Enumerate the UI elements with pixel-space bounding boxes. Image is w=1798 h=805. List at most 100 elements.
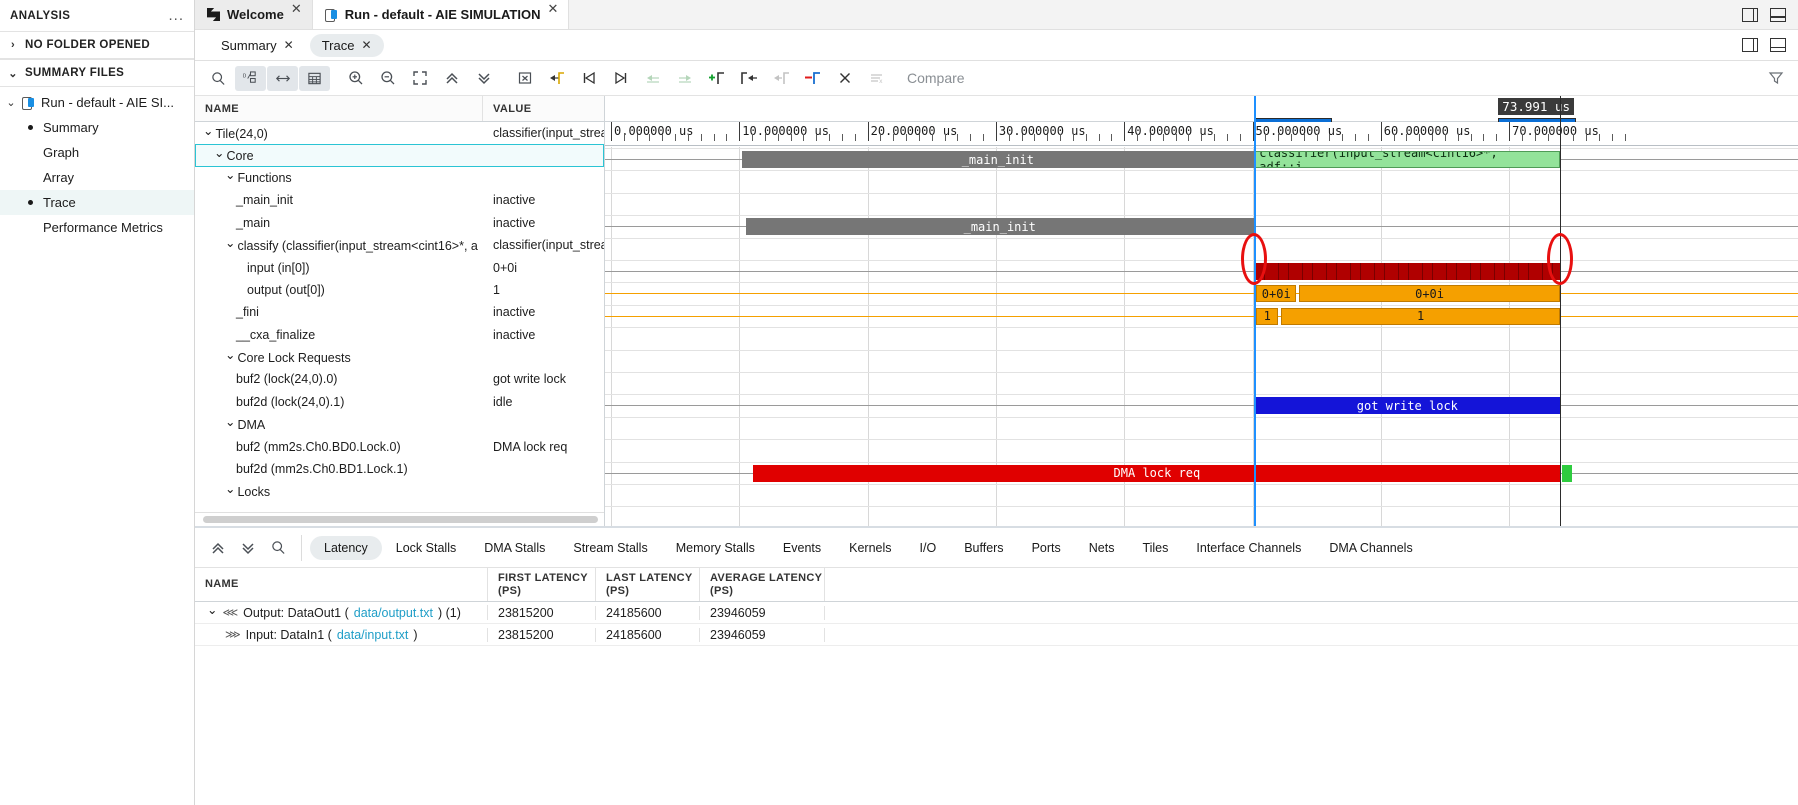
sidebar-section-summary-files[interactable]: ⌄ SUMMARY FILES bbox=[0, 59, 194, 87]
split-editor-right-icon[interactable] bbox=[1742, 7, 1758, 22]
zoom-out-icon[interactable] bbox=[372, 66, 403, 91]
metrics-tab-ports[interactable]: Ports bbox=[1018, 536, 1075, 560]
grid-icon[interactable] bbox=[299, 65, 330, 91]
next-transition-icon[interactable] bbox=[669, 66, 700, 91]
primary-cursor-line[interactable] bbox=[1254, 96, 1257, 526]
go-to-last-icon[interactable] bbox=[605, 66, 636, 91]
tree-row[interactable]: buf2d (lock(24,0).1) idle bbox=[195, 391, 604, 413]
column-header-name[interactable]: NAME bbox=[195, 568, 488, 601]
sidebar-section-no-folder-opened[interactable]: › NO FOLDER OPENED bbox=[0, 31, 194, 59]
metrics-tab-dma-channels[interactable]: DMA Channels bbox=[1315, 536, 1426, 560]
sidebar-item-graph[interactable]: Graph bbox=[0, 140, 194, 165]
close-icon[interactable]: ✕ bbox=[361, 38, 371, 52]
metrics-tab-i-o[interactable]: I/O bbox=[906, 536, 951, 560]
close-marker-icon[interactable] bbox=[829, 66, 860, 91]
metrics-tab-memory-stalls[interactable]: Memory Stalls bbox=[662, 536, 769, 560]
split-view-down-icon[interactable] bbox=[1770, 38, 1786, 52]
chevron-down-icon[interactable]: ⌄ bbox=[225, 417, 235, 429]
metrics-tab-stream-stalls[interactable]: Stream Stalls bbox=[559, 536, 661, 560]
signal-tree-hscrollbar[interactable] bbox=[195, 512, 604, 526]
metrics-tab-kernels[interactable]: Kernels bbox=[835, 536, 905, 560]
filter-icon[interactable] bbox=[1768, 70, 1790, 86]
tree-row[interactable]: _main_init inactive bbox=[195, 189, 604, 211]
metrics-tab-buffers[interactable]: Buffers bbox=[950, 536, 1017, 560]
chevron-down-icon[interactable]: ⌄ bbox=[225, 484, 235, 496]
secondary-cursor-line[interactable] bbox=[1560, 96, 1562, 526]
add-marker-icon[interactable] bbox=[541, 66, 572, 91]
file-link[interactable]: data/output.txt bbox=[354, 606, 433, 620]
file-link[interactable]: data/input.txt bbox=[337, 628, 409, 642]
tree-row[interactable]: ⌄ DMA bbox=[195, 413, 604, 435]
prev-transition-icon[interactable] bbox=[637, 66, 668, 91]
metrics-tab-latency[interactable]: Latency bbox=[310, 535, 382, 560]
table-row[interactable]: ⋙ Input: DataIn1 (data/input.txt) 23815200… bbox=[195, 624, 1798, 646]
list-x-icon[interactable]: x bbox=[861, 66, 892, 91]
editor-tab-run-default[interactable]: Run - default - AIE SIMULATION ✕ bbox=[312, 0, 570, 29]
tree-row[interactable]: ⌄ classify (classifier(input_stream<cint1… bbox=[195, 234, 604, 256]
sidebar-item-performance-metrics[interactable]: Performance Metrics bbox=[0, 215, 194, 240]
chevron-down-icon[interactable]: ⌄ bbox=[225, 170, 235, 182]
close-icon[interactable]: ✕ bbox=[291, 1, 302, 17]
tree-row[interactable]: output (out[0]) 1 bbox=[195, 279, 604, 301]
timeline-bar-value[interactable]: 1 bbox=[1280, 307, 1561, 325]
timeline-bar-transitions[interactable] bbox=[1255, 263, 1561, 280]
close-icon[interactable]: ✕ bbox=[547, 1, 558, 17]
timeline-bar-function[interactable]: _main_init bbox=[741, 151, 1254, 168]
tree-row[interactable]: ⌄ Core bbox=[195, 144, 604, 167]
move-cursor-left-icon[interactable] bbox=[733, 66, 764, 91]
add-cursor-icon[interactable] bbox=[701, 66, 732, 91]
expand-all-icon[interactable] bbox=[468, 66, 499, 91]
timeline-bar-lock[interactable]: got write lock bbox=[1254, 397, 1561, 415]
tree-row[interactable]: buf2 (mm2s.Ch0.BD0.Lock.0) DMA lock req bbox=[195, 435, 604, 457]
split-editor-down-icon[interactable] bbox=[1770, 7, 1786, 22]
expand-all-icon[interactable] bbox=[233, 535, 263, 561]
editor-tab-welcome[interactable]: Welcome ✕ bbox=[195, 0, 313, 29]
metrics-tab-tiles[interactable]: Tiles bbox=[1128, 536, 1182, 560]
tab-summary[interactable]: Summary ✕ bbox=[209, 34, 306, 57]
column-header-last-latency[interactable]: LAST LATENCY (PS) bbox=[596, 568, 700, 601]
timeline-bar-dma[interactable]: DMA lock req bbox=[753, 464, 1561, 482]
timeline-bar-value[interactable]: 0+0i bbox=[1256, 285, 1297, 303]
zoom-in-icon[interactable] bbox=[340, 66, 371, 91]
clear-markers-icon[interactable] bbox=[509, 66, 540, 91]
column-header-average-latency[interactable]: AVERAGE LATENCY (PS) bbox=[700, 568, 825, 601]
tree-row[interactable]: ⌄ Functions bbox=[195, 167, 604, 189]
tree-row[interactable]: buf2 (lock(24,0).0) got write lock bbox=[195, 368, 604, 390]
fit-width-icon[interactable] bbox=[267, 65, 298, 91]
tree-row[interactable]: ⌄ Core Lock Requests bbox=[195, 346, 604, 368]
column-header-name[interactable]: NAME bbox=[195, 96, 483, 121]
zoom-fit-icon[interactable] bbox=[404, 66, 435, 91]
split-view-right-icon[interactable] bbox=[1742, 38, 1758, 52]
timeline-bar-kernel[interactable]: classifier(input_stream<cint16>*, adf::i… bbox=[1254, 151, 1561, 168]
move-cursor-right-icon[interactable] bbox=[765, 66, 796, 91]
timeline-bar-function[interactable]: _main_init bbox=[745, 218, 1254, 236]
collapse-all-icon[interactable] bbox=[436, 66, 467, 91]
timeline-bar-value[interactable]: 1 bbox=[1256, 307, 1279, 325]
go-to-first-icon[interactable] bbox=[573, 66, 604, 91]
compare-button[interactable]: Compare bbox=[907, 70, 965, 86]
chevron-down-icon[interactable]: ⌄ bbox=[214, 148, 224, 160]
column-header-value[interactable]: VALUE bbox=[483, 96, 604, 121]
close-icon[interactable]: ✕ bbox=[284, 38, 294, 52]
sidebar-item-summary[interactable]: Summary bbox=[0, 115, 194, 140]
tree-row[interactable]: _fini inactive bbox=[195, 301, 604, 323]
remove-cursor-icon[interactable] bbox=[797, 66, 828, 91]
tree-row[interactable]: ⌄ Tile(24,0) classifier(input_strea bbox=[195, 122, 604, 144]
tree-row[interactable]: ⌄ Locks bbox=[195, 480, 604, 502]
metrics-tab-lock-stalls[interactable]: Lock Stalls bbox=[382, 536, 470, 560]
sidebar-overflow-menu-icon[interactable]: ... bbox=[168, 8, 184, 23]
column-header-first-latency[interactable]: FIRST LATENCY (PS) bbox=[488, 568, 596, 601]
hierarchy-icon[interactable]: D bbox=[235, 65, 266, 91]
chevron-down-icon[interactable]: ⌄ bbox=[207, 605, 217, 617]
chevron-down-icon[interactable]: ⌄ bbox=[225, 350, 235, 362]
sidebar-item-run-default[interactable]: ⌄ Run - default - AIE SI... bbox=[0, 90, 194, 115]
metrics-tab-nets[interactable]: Nets bbox=[1075, 536, 1129, 560]
search-icon[interactable] bbox=[263, 535, 293, 561]
table-row[interactable]: ⌄ ⋘ Output: DataOut1 (data/output.txt) (1)… bbox=[195, 602, 1798, 624]
timeline-ruler[interactable]: 0.000000 us 10.000000 us 20.000000 us 30.00… bbox=[605, 122, 1798, 146]
metrics-tab-events[interactable]: Events bbox=[769, 536, 835, 560]
tree-row[interactable]: input (in[0]) 0+0i bbox=[195, 256, 604, 278]
metrics-tab-interface-channels[interactable]: Interface Channels bbox=[1182, 536, 1315, 560]
tree-row[interactable]: __cxa_finalize inactive bbox=[195, 324, 604, 346]
sidebar-item-array[interactable]: Array bbox=[0, 165, 194, 190]
